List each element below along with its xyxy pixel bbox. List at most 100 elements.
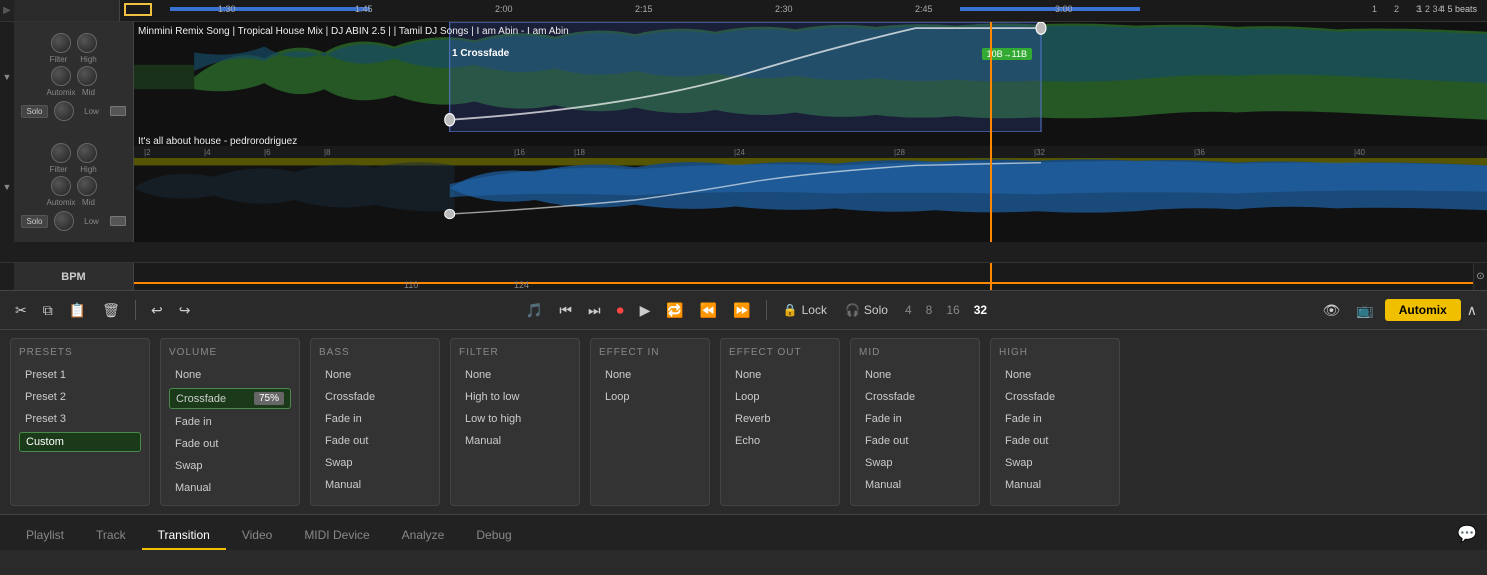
track1-low-knob[interactable] (54, 101, 74, 121)
mid-fadein[interactable]: Fade in (859, 410, 971, 428)
track2-low-knob[interactable] (54, 211, 74, 231)
t2-low-label: Low (80, 217, 104, 226)
record-btn[interactable]: ⏺ (612, 299, 629, 322)
view-btn[interactable]: 👁 (1318, 299, 1346, 322)
preset2-item[interactable]: Preset 2 (19, 388, 141, 406)
track2-solo-btn[interactable]: Solo (21, 215, 47, 228)
high-swap[interactable]: Swap (999, 454, 1111, 472)
volume-fadein[interactable]: Fade in (169, 413, 291, 431)
beat8-btn[interactable]: 8 (921, 301, 938, 319)
volume-crossfade[interactable]: Crossfade 75% (169, 388, 291, 409)
track2-filter-knob[interactable] (51, 143, 71, 163)
collapse-btn[interactable]: ∧ (1467, 302, 1477, 319)
beat32-btn[interactable]: 32 (969, 301, 992, 319)
track1-expand[interactable]: ▼ (0, 22, 14, 132)
mid-section: MID None Crossfade Fade in Fade out Swap… (850, 338, 980, 506)
prev-track-btn[interactable]: ⏪ (695, 299, 722, 322)
track1-mid-knob[interactable] (77, 66, 97, 86)
preset1-item[interactable]: Preset 1 (19, 366, 141, 384)
volume-header: VOLUME (169, 347, 291, 358)
screen-btn[interactable]: 📺 (1351, 299, 1378, 322)
filter-high-low[interactable]: High to low (459, 388, 571, 406)
tab-analyze[interactable]: Analyze (386, 522, 461, 550)
play-btn[interactable]: ▶ (635, 299, 656, 322)
paste-btn[interactable]: 📋 (64, 299, 91, 322)
tab-midi-device[interactable]: MIDI Device (288, 522, 385, 550)
bpm-playhead (990, 263, 992, 290)
tab-transition[interactable]: Transition (142, 522, 226, 550)
volume-swap[interactable]: Swap (169, 457, 291, 475)
bass-swap[interactable]: Swap (319, 454, 431, 472)
preset3-item[interactable]: Preset 3 (19, 410, 141, 428)
ruler-mark-130: 1:30 (218, 4, 236, 14)
next-track-btn[interactable]: ⏩ (728, 299, 755, 322)
custom-item[interactable]: Custom (19, 432, 141, 452)
rewind-btn[interactable]: ⏮ (554, 299, 577, 322)
range-bar (170, 7, 370, 11)
effectin-none[interactable]: None (599, 366, 701, 384)
tab-video[interactable]: Video (226, 522, 288, 550)
high-none[interactable]: None (999, 366, 1111, 384)
track1-filter-knob[interactable] (51, 33, 71, 53)
mid-crossfade[interactable]: Crossfade (859, 388, 971, 406)
track2-waveform-svg (134, 158, 1487, 242)
track2-expand[interactable]: ▼ (0, 132, 14, 242)
track1-high-knob[interactable] (77, 33, 97, 53)
automix-btn[interactable]: Automix (1385, 299, 1461, 321)
undo-btn[interactable]: ↩ (146, 299, 168, 322)
metronome-btn[interactable]: 🎵 (521, 299, 548, 322)
volume-none[interactable]: None (169, 366, 291, 384)
tab-debug[interactable]: Debug (460, 522, 527, 550)
redo-btn[interactable]: ↪ (174, 299, 196, 322)
effectout-echo[interactable]: Echo (729, 432, 831, 450)
track1-solo-btn[interactable]: Solo (21, 105, 47, 118)
tab-playlist[interactable]: Playlist (10, 522, 80, 550)
filter-label: Filter (47, 55, 71, 64)
bass-fadein[interactable]: Fade in (319, 410, 431, 428)
ruler-mark-215: 2:15 (635, 4, 653, 14)
track2-inner-ruler: |2 |4 |6 |8 |16 |18 |24 |28 |32 |36 |40 (134, 146, 1487, 158)
high-fadeout[interactable]: Fade out (999, 432, 1111, 450)
volume-manual[interactable]: Manual (169, 479, 291, 497)
track1-mini-btn[interactable] (110, 106, 126, 116)
bass-manual[interactable]: Manual (319, 476, 431, 494)
lock-btn[interactable]: 🔒 Lock (777, 300, 833, 320)
track1-auto-knob[interactable] (51, 66, 71, 86)
t2-auto-label: Automix (47, 198, 71, 207)
filter-none[interactable]: None (459, 366, 571, 384)
track2-auto-knob[interactable] (51, 176, 71, 196)
track2-high-knob[interactable] (77, 143, 97, 163)
high-fadein[interactable]: Fade in (999, 410, 1111, 428)
solo-btn[interactable]: 🎧 Solo (839, 300, 894, 320)
track2-waveform: It's all about house - pedrorodriguez |2… (134, 132, 1487, 242)
high-crossfade[interactable]: Crossfade (999, 388, 1111, 406)
mid-none[interactable]: None (859, 366, 971, 384)
high-manual[interactable]: Manual (999, 476, 1111, 494)
bass-fadeout[interactable]: Fade out (319, 432, 431, 450)
beat4-btn[interactable]: 4 (900, 301, 917, 319)
effectout-loop[interactable]: Loop (729, 388, 831, 406)
effectout-none[interactable]: None (729, 366, 831, 384)
track2-mini-btn[interactable] (110, 216, 126, 226)
volume-fadeout[interactable]: Fade out (169, 435, 291, 453)
filter-manual[interactable]: Manual (459, 432, 571, 450)
fast-forward-btn[interactable]: ⏭ (583, 299, 606, 322)
bass-crossfade[interactable]: Crossfade (319, 388, 431, 406)
mid-fadeout[interactable]: Fade out (859, 432, 971, 450)
mid-swap[interactable]: Swap (859, 454, 971, 472)
scrollbar-icon[interactable]: ⊙ (1473, 263, 1487, 290)
high-section: HIGH None Crossfade Fade in Fade out Swa… (990, 338, 1120, 506)
delete-btn[interactable]: 🗑 (97, 299, 125, 322)
tab-track[interactable]: Track (80, 522, 142, 550)
copy-btn[interactable]: ⧉ (38, 299, 58, 322)
scissors-btn[interactable]: ✂ (10, 299, 32, 322)
effectout-reverb[interactable]: Reverb (729, 410, 831, 428)
track2-mid-knob[interactable] (77, 176, 97, 196)
filter-low-high[interactable]: Low to high (459, 410, 571, 428)
headphone-icon: 🎧 (845, 303, 860, 317)
mid-manual[interactable]: Manual (859, 476, 971, 494)
bass-none[interactable]: None (319, 366, 431, 384)
effectin-loop[interactable]: Loop (599, 388, 701, 406)
beat16-btn[interactable]: 16 (941, 301, 964, 319)
loop-btn[interactable]: 🔁 (661, 299, 688, 322)
